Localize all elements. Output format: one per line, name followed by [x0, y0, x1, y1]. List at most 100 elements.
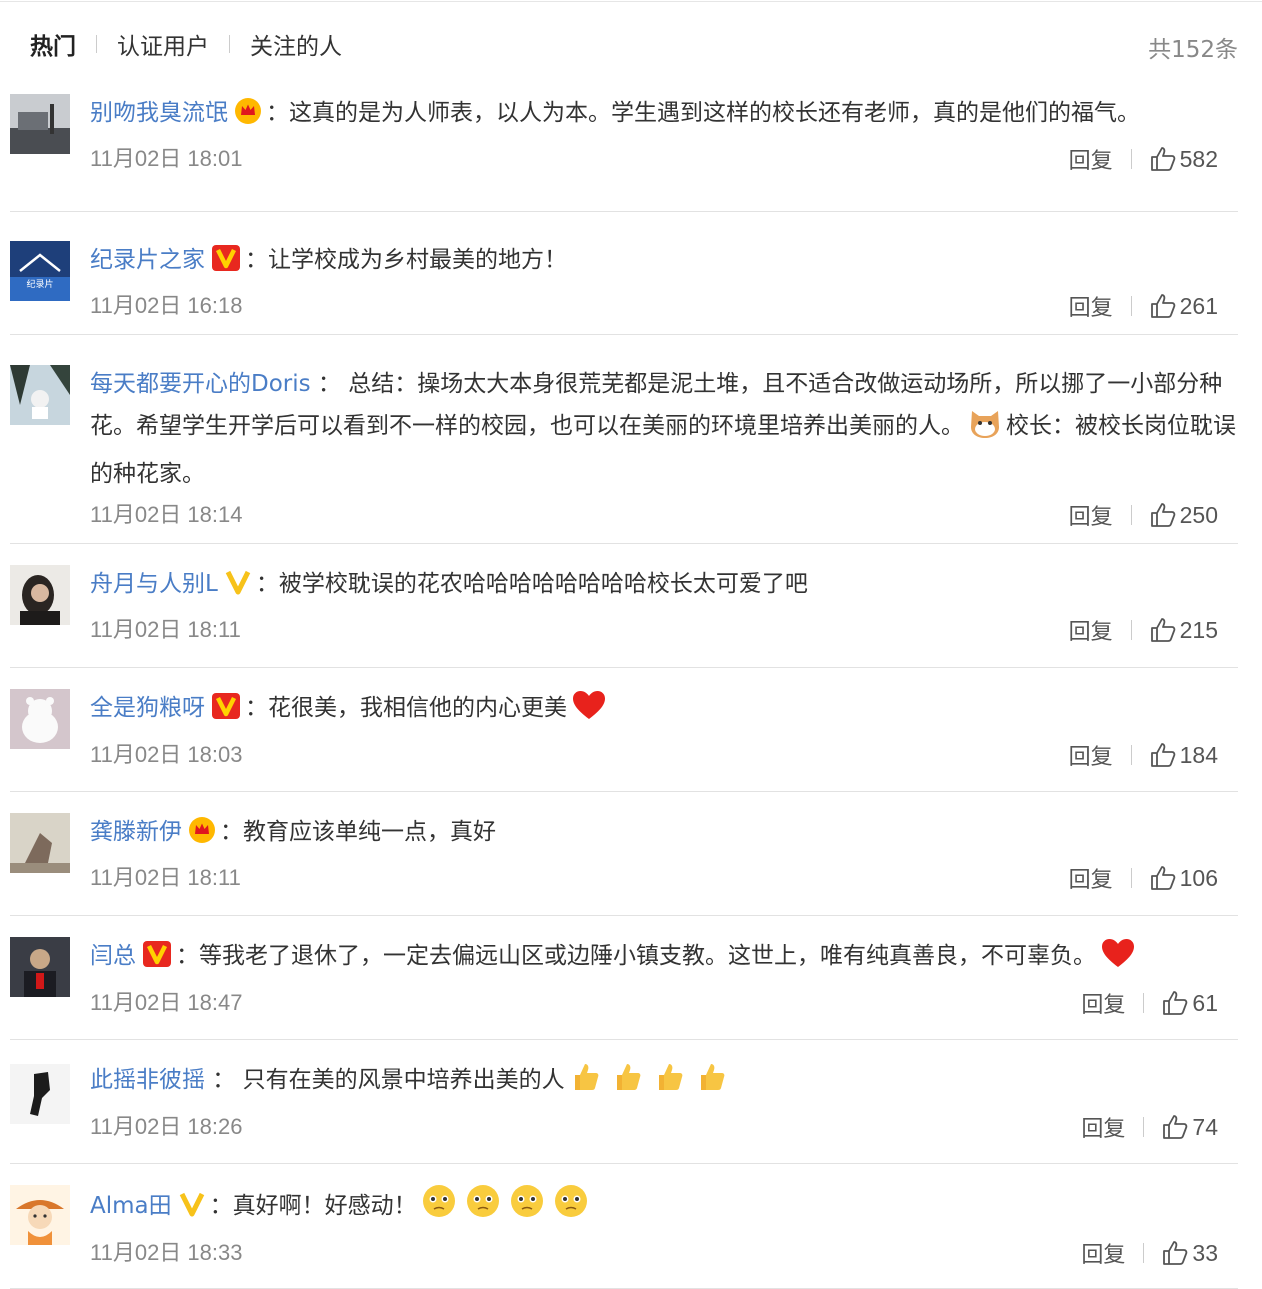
thumbs-up-icon — [1150, 294, 1175, 318]
comment-time: 11月02日 18:11 — [90, 617, 241, 642]
like-count: 184 — [1179, 741, 1218, 768]
comment-text: 舟月与人别L ：被学校耽误的花农哈哈哈哈哈哈哈哈校长太可爱了吧 — [90, 559, 1238, 610]
avatar[interactable] — [10, 365, 70, 425]
reply-button[interactable]: 回复 — [1069, 290, 1113, 322]
thumbs-up-icon — [1150, 503, 1175, 527]
reply-button[interactable]: 回复 — [1081, 1111, 1125, 1143]
tab-verified-users[interactable]: 认证用户 — [117, 27, 209, 61]
pleading-face-emoji-icon — [553, 1183, 589, 1233]
comment-count: 共152条 — [1148, 37, 1238, 63]
thumbs-up-emoji-icon — [695, 1059, 729, 1107]
thumbs-up-icon — [1150, 147, 1175, 171]
like-count: 261 — [1179, 292, 1218, 319]
comment-time: 11月02日 18:11 — [90, 865, 241, 890]
like-button[interactable]: 261 — [1150, 293, 1218, 320]
thumbs-up-icon — [1150, 743, 1175, 767]
avatar[interactable] — [10, 94, 70, 154]
cat-face-emoji-icon — [968, 407, 1002, 453]
comment-time: 11月02日 18:33 — [90, 1240, 243, 1265]
action-divider — [1143, 1243, 1145, 1263]
like-button[interactable]: 33 — [1162, 1240, 1218, 1267]
comment-item: 龚滕新伊 ：教育应该单纯一点，真好 11月02日 18:11 回复 106 — [10, 792, 1238, 916]
like-count: 33 — [1192, 1239, 1218, 1266]
thumbs-up-emoji-icon — [611, 1059, 645, 1107]
crown-badge-icon — [188, 816, 216, 858]
thumbs-up-icon — [1150, 866, 1175, 890]
pleading-face-emoji-icon — [509, 1183, 545, 1233]
like-button[interactable]: 106 — [1150, 865, 1218, 892]
username[interactable]: 别吻我臭流氓 — [90, 100, 228, 126]
like-count: 250 — [1179, 501, 1218, 528]
avatar[interactable] — [10, 565, 70, 625]
action-divider — [1130, 745, 1132, 765]
username[interactable]: 每天都要开心的Doris — [90, 371, 311, 397]
thumbs-up-icon — [1163, 1241, 1188, 1265]
like-button[interactable]: 250 — [1150, 502, 1218, 529]
username[interactable]: 此摇非彼摇 — [90, 1067, 205, 1093]
action-divider — [1130, 620, 1132, 640]
comment-text: 闫总 ：等我老了退休了，一定去偏远山区或边陲小镇支教。这世上，唯有纯真善良，不可辜… — [90, 931, 1238, 983]
comment-item: 舟月与人别L ：被学校耽误的花农哈哈哈哈哈哈哈哈校长太可爱了吧 11月02日 18… — [10, 544, 1238, 668]
verified-v-badge-icon — [211, 692, 241, 734]
comment-item: 每天都要开心的Doris ： 总结：操场太大本身很荒芜都是泥土堆，且不适合改做运… — [10, 335, 1238, 544]
thumbs-up-emoji-icon — [569, 1059, 603, 1107]
reply-button[interactable]: 回复 — [1069, 143, 1113, 175]
reply-button[interactable]: 回复 — [1069, 499, 1113, 531]
comment-time: 11月02日 18:26 — [90, 1114, 243, 1139]
verified-v-badge-icon — [142, 940, 172, 982]
tab-divider — [96, 35, 97, 53]
comment-text: 纪录片之家 ：让学校成为乡村最美的地方！ — [90, 235, 1238, 286]
heart-emoji-icon — [1100, 937, 1136, 983]
avatar[interactable] — [10, 813, 70, 873]
comment-time: 11月02日 18:01 — [90, 146, 243, 171]
action-divider — [1130, 296, 1132, 316]
like-button[interactable]: 215 — [1150, 617, 1218, 644]
verified-v-badge-icon — [224, 568, 252, 610]
username[interactable]: 舟月与人别L — [90, 571, 218, 597]
comment-item: 此摇非彼摇 ： 只有在美的风景中培养出美的人 11月02日 18:26 回复 7… — [10, 1040, 1238, 1164]
thumbs-up-emoji-icon — [653, 1059, 687, 1107]
username[interactable]: 龚滕新伊 — [90, 819, 182, 845]
username[interactable]: 全是狗粮呀 — [90, 695, 205, 721]
username[interactable]: 闫总 — [90, 943, 136, 969]
comment-time: 11月02日 18:03 — [90, 742, 243, 767]
comment-time: 11月02日 18:47 — [90, 990, 243, 1015]
tab-following[interactable]: 关注的人 — [250, 27, 342, 61]
comment-item: 纪录片 纪录片之家 ：让学校成为乡村最美的地方！ 11月02日 16:18 回复 … — [10, 211, 1238, 335]
like-button[interactable]: 74 — [1162, 1114, 1218, 1141]
action-divider — [1130, 149, 1132, 169]
avatar[interactable] — [10, 937, 70, 997]
reply-button[interactable]: 回复 — [1081, 1237, 1125, 1269]
crown-badge-icon — [234, 97, 262, 139]
tab-hot[interactable]: 热门 — [30, 27, 76, 61]
action-divider — [1143, 1117, 1145, 1137]
verified-v-badge-icon — [211, 244, 241, 286]
reply-button[interactable]: 回复 — [1081, 987, 1125, 1019]
like-button[interactable]: 184 — [1150, 742, 1218, 769]
username[interactable]: 纪录片之家 — [90, 247, 205, 273]
comment-item: 闫总 ：等我老了退休了，一定去偏远山区或边陲小镇支教。这世上，唯有纯真善良，不可辜… — [10, 916, 1238, 1040]
like-button[interactable]: 582 — [1150, 146, 1218, 173]
reply-button[interactable]: 回复 — [1069, 614, 1113, 646]
like-count: 215 — [1179, 616, 1218, 643]
avatar[interactable] — [10, 1185, 70, 1245]
username[interactable]: Alma田 — [90, 1193, 172, 1219]
action-divider — [1143, 993, 1145, 1013]
pleading-face-emoji-icon — [421, 1183, 457, 1233]
avatar[interactable] — [10, 1064, 70, 1124]
like-count: 582 — [1179, 145, 1218, 172]
avatar[interactable] — [10, 689, 70, 749]
comment-text: 此摇非彼摇 ： 只有在美的风景中培养出美的人 — [90, 1055, 1238, 1107]
comment-text: 别吻我臭流氓 ：这真的是为人师表，以人为本。学生遇到这样的校长还有老师，真的是他们… — [90, 88, 1238, 139]
like-count: 61 — [1192, 989, 1218, 1016]
comment-item: 别吻我臭流氓 ：这真的是为人师表，以人为本。学生遇到这样的校长还有老师，真的是他们… — [10, 88, 1238, 212]
like-button[interactable]: 61 — [1162, 990, 1218, 1017]
action-divider — [1130, 868, 1132, 888]
reply-button[interactable]: 回复 — [1069, 862, 1113, 894]
like-count: 74 — [1192, 1113, 1218, 1140]
tab-divider — [229, 35, 230, 53]
avatar[interactable]: 纪录片 — [10, 241, 70, 301]
reply-button[interactable]: 回复 — [1069, 739, 1113, 771]
comment-text: 每天都要开心的Doris ： 总结：操场太大本身很荒芜都是泥土堆，且不适合改做运… — [90, 371, 1236, 487]
verified-v-badge-icon — [178, 1190, 206, 1232]
